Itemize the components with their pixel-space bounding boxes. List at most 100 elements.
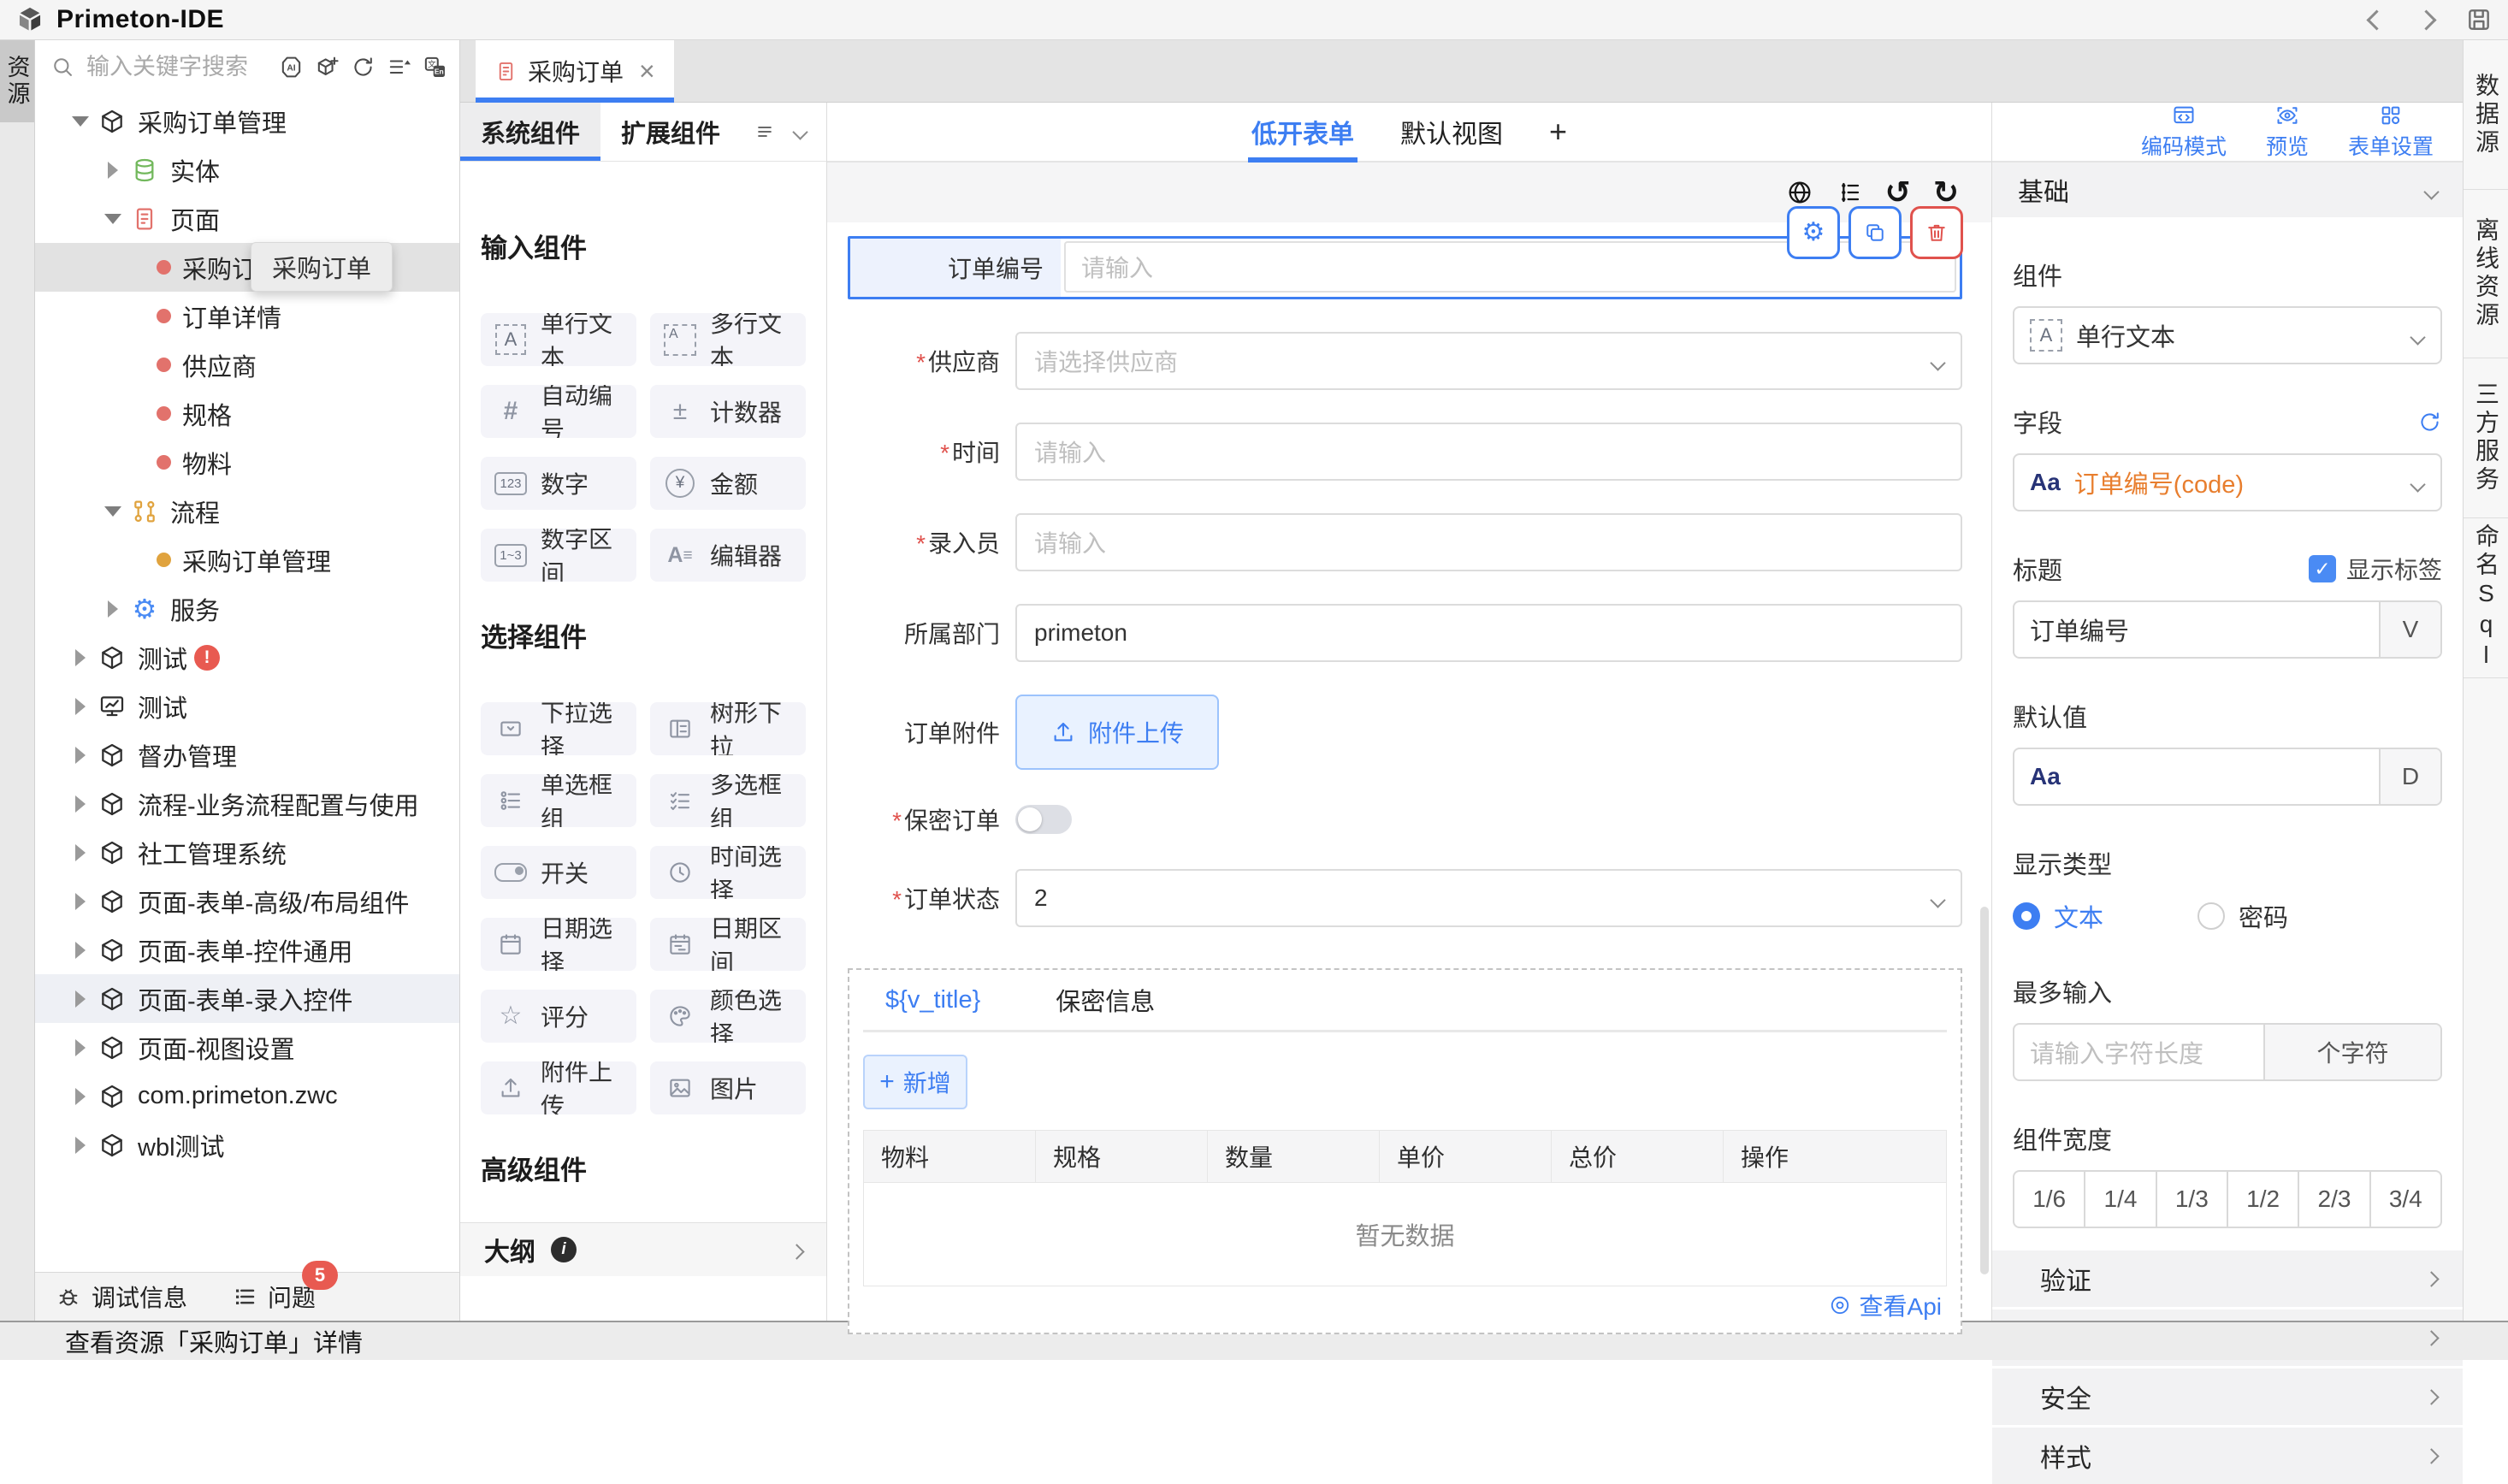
palette-item[interactable]: A≡编辑器 (650, 529, 806, 582)
chevron-collapsed-icon[interactable] (66, 698, 95, 715)
undo-icon[interactable]: ↺ (1885, 177, 1911, 208)
add-row-button[interactable]: +新增 (863, 1055, 967, 1109)
dock-tab-2[interactable]: 离线资源 (2464, 190, 2508, 358)
palette-item[interactable]: 图片 (650, 1061, 806, 1114)
tree-item[interactable]: wbl测试 (35, 1120, 459, 1169)
section-安全-header[interactable]: 安全 (1992, 1369, 2463, 1425)
form-field-select[interactable]: 2 (1015, 869, 1962, 927)
max-input[interactable]: 请输入字符长度个字符 (2013, 1023, 2442, 1081)
tree-item[interactable]: 页面 (35, 194, 459, 243)
nav-back-button[interactable] (2357, 13, 2395, 27)
tree-item[interactable]: 页面-表单-录入控件 (35, 974, 459, 1023)
field-settings-button[interactable]: ⚙ (1787, 206, 1840, 259)
default-value-dynamic-button[interactable]: D (2379, 749, 2440, 804)
palette-collapse-chevron-icon[interactable] (795, 103, 806, 161)
dock-tab-4[interactable]: 命名Sql (2464, 518, 2508, 678)
field-copy-button[interactable] (1848, 206, 1902, 259)
palette-item[interactable]: 日期区间 (650, 918, 806, 971)
tree-item[interactable]: 订单详情 (35, 292, 459, 340)
search-input[interactable] (85, 53, 269, 81)
tree-item[interactable]: 物料 (35, 438, 459, 487)
display-type-radio[interactable]: 文本 (2013, 898, 2103, 934)
close-icon[interactable]: × (639, 57, 655, 85)
field-select[interactable]: Aa订单编号(code) (2013, 453, 2442, 511)
tree-item[interactable]: 供应商 (35, 340, 459, 389)
collapse-list-icon[interactable] (387, 55, 411, 80)
form-field-select[interactable]: 请选择供应商 (1015, 332, 1962, 390)
show-label-checkbox[interactable]: ✓显示标签 (2309, 552, 2442, 586)
form-field-input[interactable]: 请输入 (1015, 423, 1962, 481)
refresh-icon[interactable] (351, 55, 376, 80)
subform-tab[interactable]: ${v_title} (885, 986, 980, 1014)
title-variable-button[interactable]: V (2379, 602, 2440, 657)
tree-item[interactable]: 流程 (35, 487, 459, 535)
palette-tab[interactable]: 系统组件 (460, 103, 600, 161)
debug-info-button[interactable]: 调试信息 (56, 1280, 187, 1314)
palette-item[interactable]: 多选框组 (650, 774, 806, 827)
chevron-collapsed-icon[interactable] (66, 1039, 95, 1056)
selected-form-field[interactable]: ⚙订单编号请输入 (848, 236, 1962, 299)
outline-footer[interactable]: 大纲 i (460, 1222, 826, 1276)
palette-item[interactable]: A单行文本 (481, 313, 636, 366)
palette-item[interactable]: 单选框组 (481, 774, 636, 827)
chevron-collapsed-icon[interactable] (66, 1137, 95, 1154)
tree-item[interactable]: 流程-业务流程配置与使用 (35, 779, 459, 828)
palette-item[interactable]: 日期选择 (481, 918, 636, 971)
tree-item[interactable]: ⚙服务 (35, 584, 459, 633)
tree-item[interactable]: 督办管理 (35, 730, 459, 779)
chevron-collapsed-icon[interactable] (66, 844, 95, 861)
globe-icon[interactable] (1786, 179, 1813, 206)
subform-tab[interactable]: 保密信息 (1056, 982, 1155, 1018)
component-list-icon[interactable] (754, 103, 775, 161)
chevron-collapsed-icon[interactable] (66, 649, 95, 666)
chevron-expanded-icon[interactable] (98, 214, 127, 224)
width-option[interactable]: 3/4 (2371, 1172, 2440, 1227)
palette-item[interactable]: 开关 (481, 846, 636, 899)
outline-tree-icon[interactable] (1836, 179, 1863, 206)
preview-mode-button[interactable]: 预览 (2266, 103, 2309, 161)
chevron-collapsed-icon[interactable] (66, 942, 95, 959)
default-value-input[interactable]: AaD (2013, 748, 2442, 806)
attachment-upload-button[interactable]: 附件上传 (1015, 695, 1219, 770)
palette-item[interactable]: 123数字 (481, 457, 636, 510)
width-option[interactable]: 1/2 (2228, 1172, 2299, 1227)
view-tab[interactable]: 低开表单 (1251, 103, 1354, 161)
palette-item[interactable]: 附件上传 (481, 1061, 636, 1114)
form-field-input[interactable]: 请输入 (1015, 513, 1962, 571)
palette-item[interactable]: 颜色选择 (650, 990, 806, 1043)
chevron-expanded-icon[interactable] (66, 116, 95, 127)
section-验证-header[interactable]: 验证 (1992, 1250, 2463, 1307)
section-basic-header[interactable]: 基础 (1992, 163, 2463, 217)
palette-item[interactable]: 时间选择 (650, 846, 806, 899)
document-tab[interactable]: 采购订单× (476, 40, 674, 102)
field-delete-button[interactable] (1910, 206, 1963, 259)
chevron-collapsed-icon[interactable] (66, 747, 95, 764)
tree-item[interactable]: 页面-表单-控件通用 (35, 925, 459, 974)
palette-item[interactable]: ☆评分 (481, 990, 636, 1043)
dock-tab-3[interactable]: 三方服务 (2464, 358, 2508, 518)
palette-item[interactable]: A多行文本 (650, 313, 806, 366)
save-button[interactable] (2465, 6, 2493, 33)
nav-forward-button[interactable] (2407, 13, 2445, 27)
chevron-collapsed-icon[interactable] (98, 162, 127, 179)
chevron-collapsed-icon[interactable] (66, 1088, 95, 1105)
width-option[interactable]: 1/3 (2157, 1172, 2228, 1227)
tree-item[interactable]: 规格 (35, 389, 459, 438)
palette-item[interactable]: ¥金额 (650, 457, 806, 510)
tree-item[interactable]: 采购订单管理 (35, 535, 459, 584)
tree-item[interactable]: 页面-视图设置 (35, 1023, 459, 1072)
form-settings-mode-button[interactable]: 表单设置 (2348, 103, 2434, 161)
activity-tab-resources[interactable]: 资源 (0, 40, 34, 122)
canvas-scrollbar[interactable] (1980, 907, 1989, 1274)
tree-item[interactable]: 社工管理系统 (35, 828, 459, 877)
palette-item[interactable]: ±计数器 (650, 385, 806, 438)
tree-item[interactable]: 实体 (35, 145, 459, 194)
view-api-link[interactable]: 查看Api (863, 1286, 1947, 1324)
section-样式-header[interactable]: 样式 (1992, 1428, 2463, 1484)
palette-item[interactable]: #自动编号 (481, 385, 636, 438)
tree-item[interactable]: 测试 (35, 682, 459, 730)
checkbox-checked-icon[interactable]: ✓ (2309, 555, 2336, 582)
chevron-expanded-icon[interactable] (98, 506, 127, 517)
palette-item[interactable]: 树形下拉 (650, 702, 806, 755)
tree-item[interactable]: com.primeton.zwc (35, 1072, 459, 1120)
